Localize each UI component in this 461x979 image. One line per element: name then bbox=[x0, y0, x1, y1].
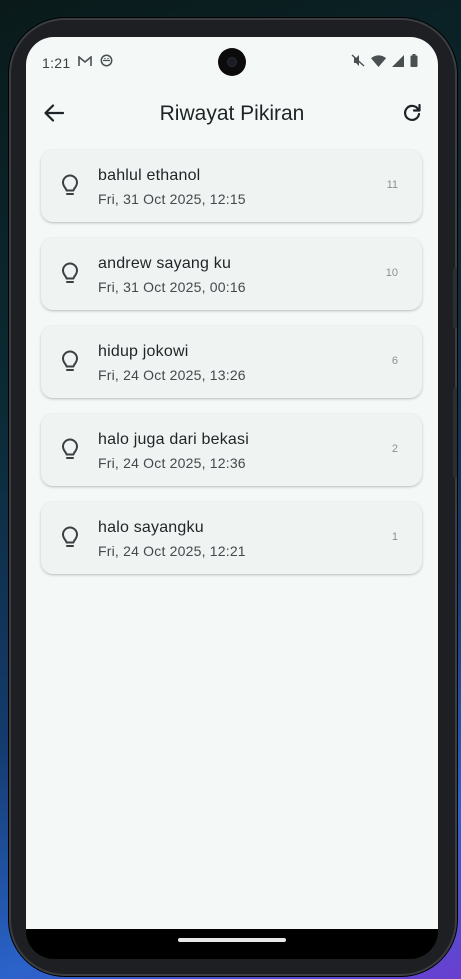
thought-title: halo juga dari bekasi bbox=[98, 431, 249, 448]
status-left-icons bbox=[78, 54, 113, 72]
list-item[interactable]: halo sayangku Fri, 24 Oct 2025, 12:21 1 bbox=[41, 502, 422, 574]
thought-count: 1 bbox=[391, 531, 398, 543]
thought-count: 2 bbox=[391, 443, 398, 455]
thought-count: 10 bbox=[385, 267, 398, 279]
refresh-icon bbox=[402, 103, 422, 128]
home-indicator[interactable] bbox=[178, 938, 286, 942]
lightbulb-icon bbox=[60, 174, 80, 198]
power-button bbox=[453, 388, 457, 478]
thought-date: Fri, 24 Oct 2025, 13:26 bbox=[98, 367, 246, 383]
thought-title: andrew sayang ku bbox=[98, 255, 232, 272]
wifi-icon bbox=[371, 54, 386, 72]
status-time: 1:21 bbox=[42, 55, 71, 71]
status-right-icons bbox=[351, 54, 418, 72]
refresh-button[interactable] bbox=[398, 101, 426, 129]
thought-date: Fri, 24 Oct 2025, 12:21 bbox=[98, 543, 246, 559]
thought-title: hidup jokowi bbox=[98, 343, 189, 360]
list-item[interactable]: andrew sayang ku Fri, 31 Oct 2025, 00:16… bbox=[41, 238, 422, 310]
status-bar: 1:21 bbox=[26, 37, 438, 87]
lightbulb-icon bbox=[60, 526, 80, 550]
thought-list: bahlul ethanol Fri, 31 Oct 2025, 12:15 1… bbox=[41, 150, 422, 590]
volume-button bbox=[453, 268, 457, 328]
list-item[interactable]: halo juga dari bekasi Fri, 24 Oct 2025, … bbox=[41, 414, 422, 486]
list-item[interactable]: bahlul ethanol Fri, 31 Oct 2025, 12:15 1… bbox=[41, 150, 422, 222]
screen: 1:21 Riwayat Pikiran bahlul ethanol Fri,… bbox=[26, 37, 438, 929]
thought-date: Fri, 24 Oct 2025, 12:36 bbox=[98, 455, 246, 471]
thought-count: 11 bbox=[386, 179, 398, 191]
android-icon bbox=[100, 54, 113, 72]
thought-count: 6 bbox=[391, 355, 398, 367]
navigation-bar bbox=[26, 929, 438, 959]
list-item[interactable]: hidup jokowi Fri, 24 Oct 2025, 13:26 6 bbox=[41, 326, 422, 398]
signal-icon bbox=[392, 54, 404, 72]
thought-date: Fri, 31 Oct 2025, 00:16 bbox=[98, 279, 246, 295]
front-camera bbox=[218, 48, 246, 76]
thought-title: halo sayangku bbox=[98, 519, 204, 536]
thought-date: Fri, 31 Oct 2025, 12:15 bbox=[98, 191, 246, 207]
mute-icon bbox=[351, 54, 365, 72]
gmail-icon bbox=[78, 54, 92, 72]
lightbulb-icon bbox=[60, 438, 80, 462]
thought-title: bahlul ethanol bbox=[98, 167, 201, 184]
battery-icon bbox=[410, 54, 418, 72]
app-bar: Riwayat Pikiran bbox=[26, 95, 438, 135]
lightbulb-icon bbox=[60, 262, 80, 286]
lightbulb-icon bbox=[60, 350, 80, 374]
page-title: Riwayat Pikiran bbox=[159, 102, 305, 125]
